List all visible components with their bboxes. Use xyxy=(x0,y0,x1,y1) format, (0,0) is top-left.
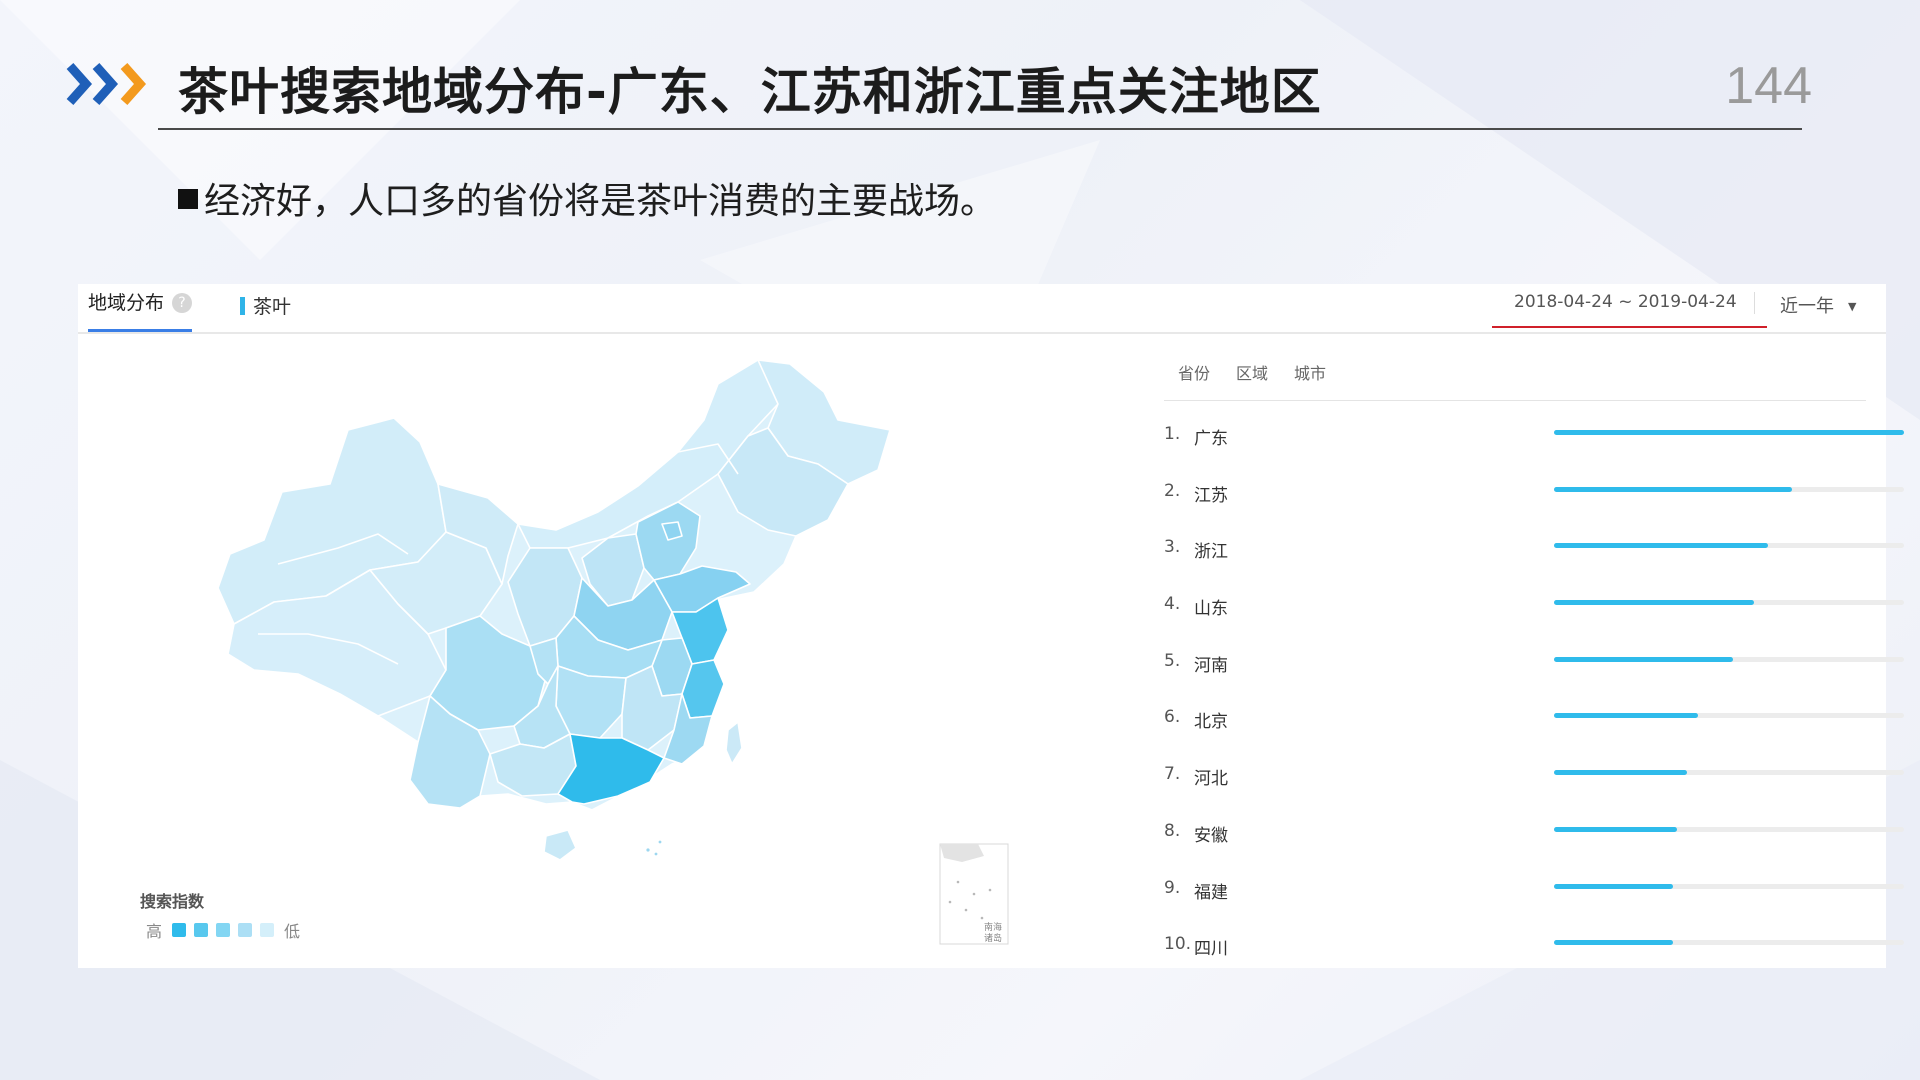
slide-title: 茶叶搜索地域分布-广东、江苏和浙江重点关注地区 xyxy=(178,63,1322,121)
rank-province: 浙江 xyxy=(1194,542,1228,563)
map-region-hainan xyxy=(543,829,577,861)
rank-bar-track xyxy=(1554,940,1904,946)
rank-bar xyxy=(1554,826,1677,832)
rank-bar-track xyxy=(1554,543,1904,549)
rank-number: 5. xyxy=(1164,650,1181,671)
tab-region-distribution[interactable]: 地域分布? xyxy=(88,288,193,332)
rank-row: 10. 四川 xyxy=(1164,926,1904,983)
rank-number: 7. xyxy=(1164,764,1181,785)
legend-low-label: 低 xyxy=(284,922,301,941)
rank-number: 8. xyxy=(1164,820,1181,841)
legend-swatch xyxy=(216,923,231,937)
rank-bar xyxy=(1554,770,1687,776)
rank-bar-track xyxy=(1554,600,1904,606)
rank-bar-track xyxy=(1554,770,1904,776)
rank-row: 7. 河北 xyxy=(1164,756,1904,813)
rank-bar xyxy=(1554,883,1673,889)
rank-tab-area[interactable]: 区域 xyxy=(1236,364,1268,383)
rank-number: 9. xyxy=(1164,877,1181,898)
rank-bar-track xyxy=(1554,430,1904,435)
rank-bar xyxy=(1554,940,1673,946)
rank-bar xyxy=(1554,656,1733,662)
rank-province: 山东 xyxy=(1194,599,1228,620)
rank-number: 2. xyxy=(1164,480,1181,501)
divider xyxy=(1754,292,1755,314)
china-map: 南海 诸岛 xyxy=(217,359,1009,945)
rank-row: 2. 江苏 xyxy=(1164,473,1904,530)
tab-label: 地域分布 xyxy=(88,292,165,314)
title-divider xyxy=(158,128,1802,130)
rank-bar xyxy=(1554,713,1698,719)
rank-tab-province[interactable]: 省份 xyxy=(1178,364,1210,383)
rank-bar xyxy=(1554,486,1792,492)
islands xyxy=(646,840,662,856)
rank-bar-track xyxy=(1554,656,1904,662)
legend-swatch xyxy=(194,923,209,937)
legend-title: 搜索指数 xyxy=(140,892,205,911)
rank-province: 福建 xyxy=(1194,882,1228,903)
rank-row: 6. 北京 xyxy=(1164,699,1904,756)
rank-row: 9. 福建 xyxy=(1164,870,1904,927)
legend-swatch xyxy=(260,923,275,937)
rank-tabs: 省份 区域 城市 xyxy=(1178,360,1352,384)
rank-row: 1. 广东 xyxy=(1164,416,1904,473)
bullet-point: 经济好，人口多的省份将是茶叶消费的主要战场。 xyxy=(178,172,996,224)
keyword-tag: 茶叶 xyxy=(240,292,291,319)
legend-swatch xyxy=(238,923,253,937)
rank-province: 北京 xyxy=(1194,712,1228,733)
panel-tabbar: 地域分布? 茶叶 2018-04-24 ~ 2019-04-24 近一年 ▼ xyxy=(78,284,1886,334)
rank-number: 6. xyxy=(1164,707,1181,728)
inset-label-2: 诸岛 xyxy=(984,932,1002,944)
rank-row: 5. 河南 xyxy=(1164,643,1904,700)
rank-number: 4. xyxy=(1164,594,1181,615)
bullet-text: 经济好，人口多的省份将是茶叶消费的主要战场。 xyxy=(204,181,997,222)
page-number: 144 xyxy=(1725,57,1812,115)
rank-province: 广东 xyxy=(1194,429,1228,449)
keyword-label: 茶叶 xyxy=(253,296,292,318)
rank-province: 河北 xyxy=(1194,769,1228,790)
rank-province: 安徽 xyxy=(1194,825,1228,846)
rank-bar xyxy=(1554,543,1768,549)
legend-scale: 高 低 xyxy=(140,918,306,942)
rank-row: 8. 安徽 xyxy=(1164,813,1904,870)
rank-bar xyxy=(1554,600,1754,606)
period-label: 近一年 xyxy=(1780,296,1834,317)
rank-bar-track xyxy=(1554,486,1904,492)
province-ranking-list: 1. 广东 2. 江苏 3. 浙江 4. 山东 5. 河南 6. 北京 7. 河北 8. 安徽 … xyxy=(1164,416,1904,983)
caret-down-icon: ▼ xyxy=(1848,300,1857,313)
inset-label-1: 南海 xyxy=(984,921,1002,933)
rank-bar-track xyxy=(1554,826,1904,832)
map-legend: 搜索指数 高 低 xyxy=(140,888,306,942)
map-region-taiwan xyxy=(725,721,743,765)
rank-row: 4. 山东 xyxy=(1164,586,1904,643)
date-range-picker[interactable]: 2018-04-24 ~ 2019-04-24 xyxy=(1492,292,1767,328)
rank-bar-track xyxy=(1554,713,1904,719)
rank-province: 四川 xyxy=(1194,939,1228,960)
legend-swatch xyxy=(172,923,187,937)
rank-number: 10. xyxy=(1164,934,1192,955)
rank-province: 江苏 xyxy=(1194,485,1228,506)
question-circle-icon[interactable]: ? xyxy=(172,293,193,313)
rank-number: 1. xyxy=(1164,424,1181,444)
legend-high-label: 高 xyxy=(146,922,163,941)
region-distribution-panel: 地域分布? 茶叶 2018-04-24 ~ 2019-04-24 近一年 ▼ 南… xyxy=(78,284,1904,968)
rank-number: 3. xyxy=(1164,537,1181,558)
bullet-square-icon xyxy=(178,189,198,209)
keyword-color-marker xyxy=(240,297,245,315)
period-dropdown[interactable]: 近一年 ▼ xyxy=(1780,292,1856,318)
south-sea-inset: 南海 诸岛 xyxy=(939,843,1009,945)
rank-divider xyxy=(1164,400,1866,401)
rank-bar-track xyxy=(1554,883,1904,889)
rank-bar xyxy=(1554,430,1904,435)
rank-tab-city[interactable]: 城市 xyxy=(1294,364,1326,383)
chevrons-icon xyxy=(66,63,147,105)
rank-province: 河南 xyxy=(1194,655,1228,676)
rank-row: 3. 浙江 xyxy=(1164,529,1904,586)
